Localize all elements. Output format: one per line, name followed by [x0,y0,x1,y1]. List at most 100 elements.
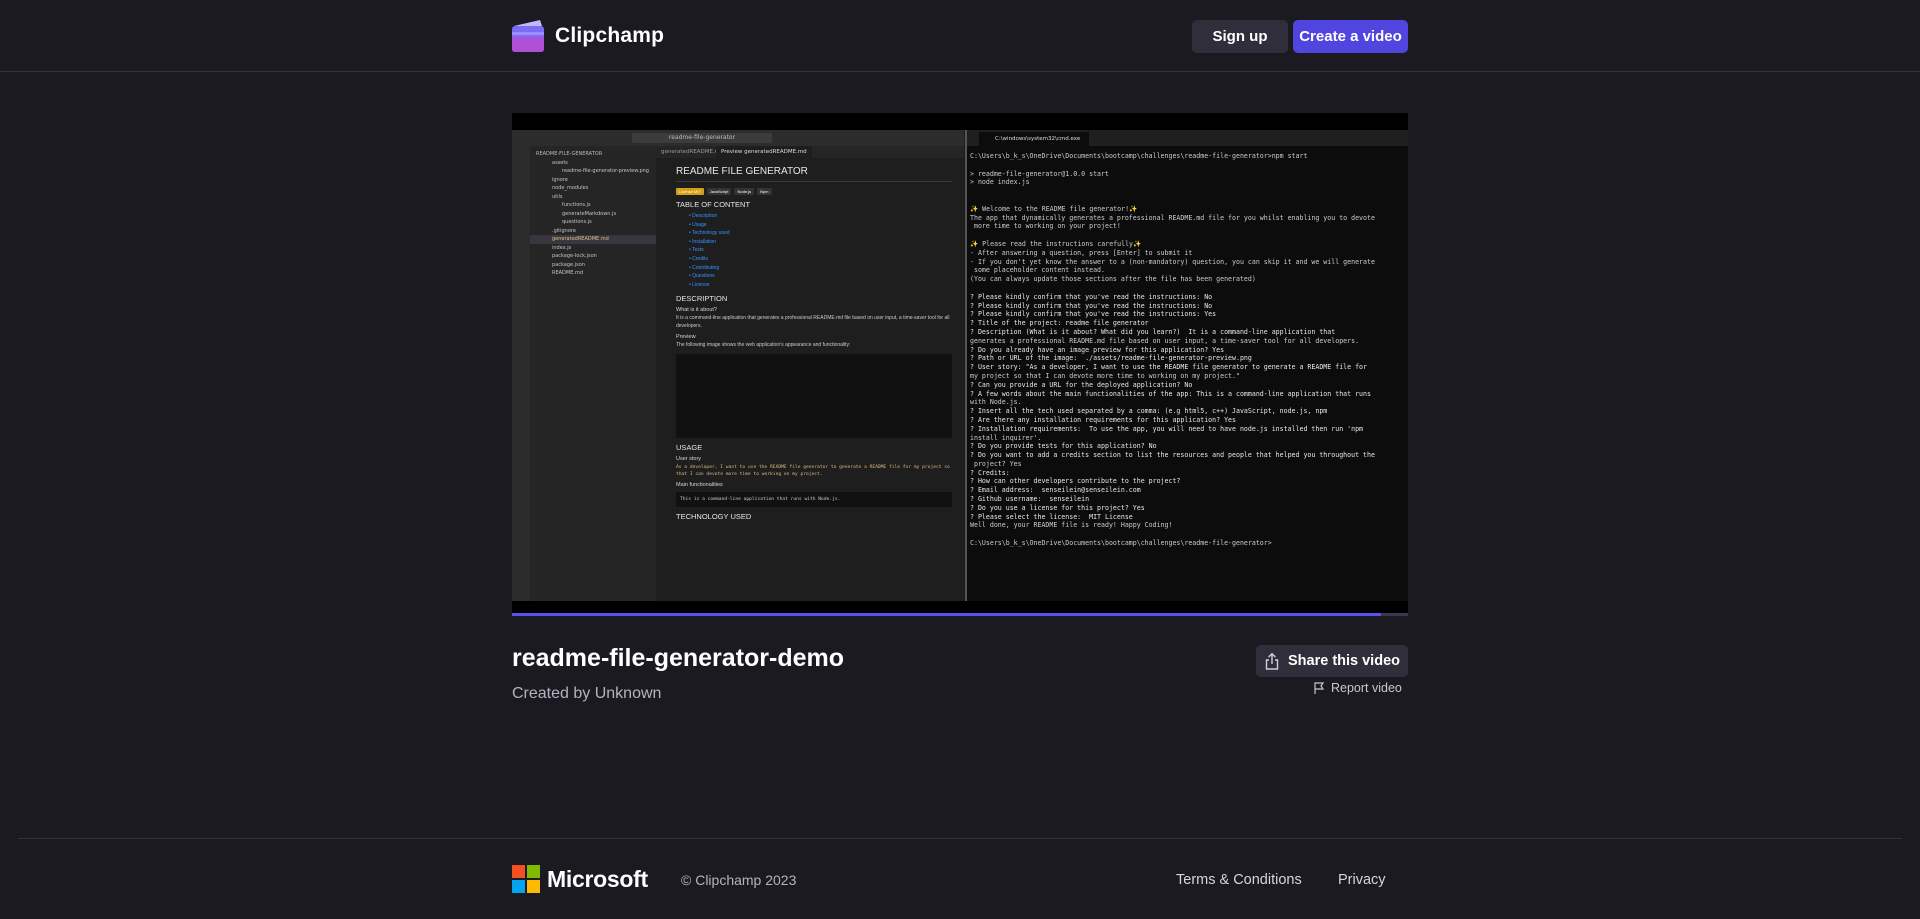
md-badge: Npm [757,188,772,195]
explorer-header: README-FILE-GENERATOR [536,151,603,157]
toc-link: • Description [689,213,718,219]
explorer-item: package-lock.json [552,253,597,259]
report-video-link[interactable]: Report video [1313,681,1402,695]
md-badge: JavaScript [706,188,732,195]
terminal-line: ? Credits: [970,468,1010,477]
terminal-line: ? A few words about the main functionali… [970,389,1371,398]
md-badges: License MIT JavaScript Node.js Npm [676,188,952,195]
terminal-output: C:\Users\b_k_s\OneDrive\Documents\bootca… [967,146,1408,548]
terminal-line: my project so that I can devote more tim… [970,371,1240,380]
create-video-button[interactable]: Create a video [1293,20,1408,53]
md-badge: License MIT [676,188,704,195]
explorer-item: utils [552,193,563,200]
share-icon [1265,652,1279,670]
terminal-tabs: C:\windows\system32\cmd.exe [967,130,1408,146]
md-paragraph: It is a command-line application that ge… [676,315,950,329]
terminal-line: > node index.js [970,178,1030,187]
explorer-item: README.md [552,270,584,276]
video-player[interactable]: readme-file-generator README-FILE-GENERA… [512,113,1408,616]
explorer-item: node_modules [552,185,589,191]
microsoft-logo-icon [512,865,540,893]
md-title: README FILE GENERATOR [676,166,952,182]
md-paragraph: The following image shows the web applic… [676,342,851,349]
terminal-line: C:\Users\b_k_s\OneDrive\Documents\bootca… [970,539,1272,548]
terminal-line: generates a professional README.md file … [970,336,1360,345]
terminal-line: > readme-file-generator@1.0.0 start [970,169,1109,178]
terminal-line: (You can always update those sections af… [970,275,1256,284]
video-frame: readme-file-generator README-FILE-GENERA… [512,130,1408,601]
explorer-item: ignore [552,176,568,183]
sign-up-button[interactable]: Sign up [1192,20,1288,53]
explorer-item: generateMarkdown.js [562,210,617,217]
md-subheading: User story [676,455,702,462]
terminal-line: ✨ Please read the instructions carefully… [970,239,1142,248]
terminal-line: ✨ Welcome to the README file generator!✨ [970,204,1138,213]
md-code: As a developer, I want to use the README… [676,464,950,477]
terms-link[interactable]: Terms & Conditions [1176,872,1302,888]
microsoft-brand: Microsoft [547,865,648,892]
terminal-line: ? Do you provide tests for this applicat… [970,442,1157,451]
terminal-line: ? Github username: senseilein [970,495,1090,504]
toc-link: • Installation [689,238,717,245]
terminal-line: The app that dynamically generates a pro… [970,213,1375,222]
toc-link: • Credits [689,255,708,262]
md-preview-image [676,353,952,438]
md-subheading: Preview [676,334,696,341]
terminal-line: ? Insert all the tech used separated by … [970,407,1328,416]
explorer-item: generatedREADME.md [530,235,656,244]
top-header: Clipchamp Sign up Create a video [0,0,1920,72]
terminal-line: ? Do you already have an image preview f… [970,345,1225,354]
toc-link: • Contributing [689,264,720,271]
md-subheading: What is it about? [676,307,717,314]
clipchamp-logo[interactable]: Clipchamp [512,20,664,52]
microsoft-logo[interactable]: Microsoft [512,865,648,893]
explorer-item: assets [552,159,568,166]
explorer-item: index.js [552,244,572,251]
brand-name: Clipchamp [555,24,665,47]
terminal-line: with Node.js. [970,398,1022,407]
explorer-item: .gitignore [552,227,576,234]
md-heading: TABLE OF CONTENT [676,200,751,209]
flag-icon [1314,682,1325,694]
explorer-item: functions.js [562,202,591,208]
terminal-line: ? Please kindly confirm that you've read… [970,310,1217,319]
video-creator: Created by Unknown [512,685,662,702]
privacy-link[interactable]: Privacy [1338,872,1386,888]
terminal-line: ? Path or URL of the image: ./assets/rea… [970,354,1252,363]
terminal-line: ? Are there any installation requirement… [970,415,1236,424]
terminal-line: ? Please kindly confirm that you've read… [970,292,1213,301]
editor-tabs: generatedREADME.md Preview generatedREAD… [656,146,964,158]
terminal-line: - After answering a question, press [Ent… [970,248,1193,257]
explorer-item: readme-file-generator-preview.png [562,168,649,174]
md-code: This is a command-line application that … [680,496,841,502]
explorer-list: assets readme-file-generator-preview.png i… [530,159,656,278]
toc-link: • License [689,281,710,288]
md-toc: • Description • Usage • Technology used • I… [676,212,952,289]
terminal-line: ? Installation requirements: To use the … [970,424,1364,433]
terminal-line: ? Title of the project: readme file gene… [970,319,1149,328]
video-progress-bar[interactable] [512,613,1408,616]
toc-link: • Technology used [689,230,730,237]
toc-link: • Questions [689,273,715,280]
clipchamp-logo-icon [512,20,544,52]
terminal-line: ? Email address: senseilein@senseilein.c… [970,486,1141,495]
video-progress-fill [512,613,1382,616]
share-video-button[interactable]: Share this video [1256,645,1408,677]
markdown-preview: README FILE GENERATOR License MIT JavaScr… [656,158,964,521]
toc-link: • Usage [689,221,707,228]
vscode-titlebar: readme-file-generator [512,130,964,146]
terminal-tab: C:\windows\system32\cmd.exe [979,132,1089,146]
terminal-line: project? Yes [970,459,1022,468]
md-badge: Node.js [734,188,755,195]
vscode-activity-bar [512,146,530,601]
terminal-line: ? User story: "As a developer, I want to… [970,363,1367,372]
md-heading: USAGE [676,442,703,452]
terminal-window: C:\windows\system32\cmd.exe C:\Users\b_k… [965,130,1408,601]
terminal-line: ? Please select the license: MIT License [970,512,1133,521]
explorer-item: package.json [552,261,585,268]
